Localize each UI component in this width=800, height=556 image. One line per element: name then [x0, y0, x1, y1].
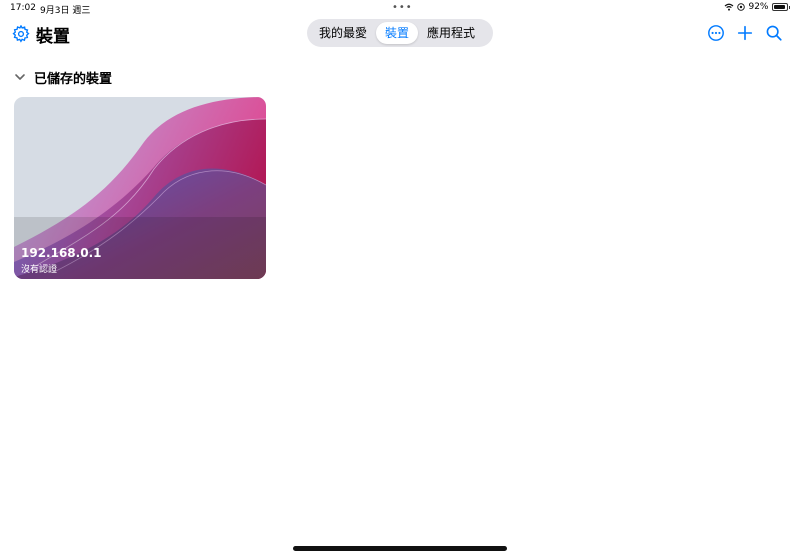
- battery-icon: [771, 3, 788, 11]
- status-indicators: 92%: [724, 2, 790, 12]
- gear-icon[interactable]: [12, 25, 30, 43]
- multitasking-dots-icon[interactable]: •••: [392, 2, 413, 13]
- tab-devices[interactable]: 裝置: [376, 22, 419, 44]
- status-time: 17:02: [10, 3, 36, 13]
- device-auth-status: 沒有認證: [21, 265, 58, 275]
- more-icon[interactable]: [707, 24, 725, 42]
- search-icon[interactable]: [765, 24, 783, 42]
- home-indicator[interactable]: [293, 546, 507, 551]
- section-title: 已儲存的裝置: [34, 72, 113, 87]
- status-bar: 17:02 9月3日 週三 ••• 92%: [0, 0, 800, 16]
- plus-icon[interactable]: [736, 24, 754, 42]
- status-date: 9月3日 週三: [40, 6, 91, 16]
- battery-level: [773, 5, 785, 9]
- tab-apps[interactable]: 應用程式: [418, 22, 484, 44]
- battery-tip: [788, 5, 790, 9]
- device-ip: 192.168.0.1: [21, 246, 102, 260]
- tab-favorites[interactable]: 我的最愛: [310, 22, 376, 44]
- battery-percent: 92%: [748, 2, 769, 12]
- page-title: 裝置: [36, 27, 70, 47]
- segmented-control: 我的最愛 裝置 應用程式: [307, 19, 493, 47]
- wifi-icon: [725, 3, 734, 11]
- device-card[interactable]: 192.168.0.1 沒有認證: [14, 97, 266, 279]
- chevron-down-icon[interactable]: [14, 72, 26, 82]
- location-icon: [737, 3, 746, 11]
